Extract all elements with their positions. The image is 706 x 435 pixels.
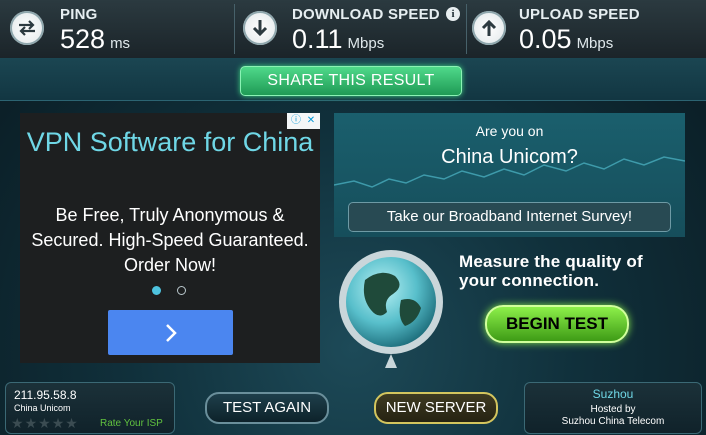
server-host: Suzhou China Telecom — [561, 416, 665, 427]
survey-question-isp: China Unicom? — [441, 146, 578, 168]
share-row: SHARE THIS RESULT — [0, 58, 706, 101]
upload-value: 0.05 Mbps — [519, 24, 613, 55]
upload-arrow-icon — [472, 11, 506, 45]
download-unit: Mbps — [347, 35, 385, 52]
upload-unit: Mbps — [576, 35, 614, 52]
ad-body[interactable]: Be Free, Truly Anonymous & Secured. High… — [20, 203, 320, 278]
star-icon[interactable]: ★ — [38, 416, 51, 430]
share-result-button[interactable]: SHARE THIS RESULT — [240, 66, 462, 96]
client-info: 211.95.58.8 China Unicom ★ ★ ★ ★ ★ Rate … — [5, 382, 175, 434]
measure-tagline-1: Measure the quality of — [459, 252, 643, 271]
upload-metric: UPLOAD SPEED 0.05 Mbps — [467, 0, 706, 58]
download-arrow-icon — [243, 11, 277, 45]
star-icon[interactable]: ★ — [52, 416, 65, 430]
ping-label: PING — [60, 6, 98, 23]
download-number: 0.11 — [292, 24, 343, 54]
rate-isp-link[interactable]: Rate Your ISP — [100, 418, 163, 429]
hosted-by-label: Hosted by — [590, 404, 636, 415]
server-city: Suzhou — [592, 387, 634, 401]
ping-value: 528 ms — [60, 24, 130, 55]
star-icon[interactable]: ★ — [11, 416, 24, 430]
upload-number: 0.05 — [519, 24, 572, 54]
isp-name: China Unicom — [14, 403, 71, 413]
carousel-dot[interactable] — [177, 286, 186, 295]
download-metric: DOWNLOAD SPEED 0.11 Mbps — [235, 0, 467, 58]
survey-button[interactable]: Take our Broadband Internet Survey! — [348, 202, 671, 232]
isp-survey-panel: Are you on China Unicom? Take our Broadb… — [334, 113, 685, 237]
star-icon[interactable]: ★ — [65, 416, 78, 430]
upload-label: UPLOAD SPEED — [519, 6, 640, 23]
measure-tagline-2: your connection. — [459, 271, 600, 290]
isp-rating-stars[interactable]: ★ ★ ★ ★ ★ — [11, 416, 78, 430]
test-again-button[interactable]: TEST AGAIN — [205, 392, 329, 424]
chevron-right-icon — [165, 323, 177, 342]
speedtest-app: PING 528 ms DOWNLOAD SPEED 0.11 Mbps i UPL… — [0, 0, 706, 435]
ad-next-button[interactable] — [108, 310, 233, 355]
ping-arrows-icon — [10, 11, 44, 45]
ping-unit: ms — [110, 35, 131, 52]
ping-metric: PING 528 ms — [0, 0, 235, 58]
results-bar: PING 528 ms DOWNLOAD SPEED 0.11 Mbps i UPL… — [0, 0, 706, 59]
new-server-button[interactable]: NEW SERVER — [374, 392, 498, 424]
ad-carousel-dots — [152, 286, 186, 295]
star-icon[interactable]: ★ — [25, 416, 38, 430]
ping-number: 528 — [60, 24, 106, 54]
advertisement[interactable]: ⓘ ✕ VPN Software for China Be Free, Trul… — [20, 113, 320, 363]
survey-question-line1: Are you on — [475, 123, 544, 139]
download-label: DOWNLOAD SPEED — [292, 6, 440, 23]
server-info: Suzhou Hosted by Suzhou China Telecom — [524, 382, 702, 434]
globe-icon — [339, 250, 443, 368]
ip-address: 211.95.58.8 — [14, 388, 77, 402]
begin-test-button[interactable]: BEGIN TEST — [485, 305, 629, 343]
ad-title[interactable]: VPN Software for China — [20, 123, 320, 161]
carousel-dot-active[interactable] — [152, 286, 161, 295]
info-icon[interactable]: i — [446, 7, 460, 21]
download-value: 0.11 Mbps — [292, 24, 384, 55]
